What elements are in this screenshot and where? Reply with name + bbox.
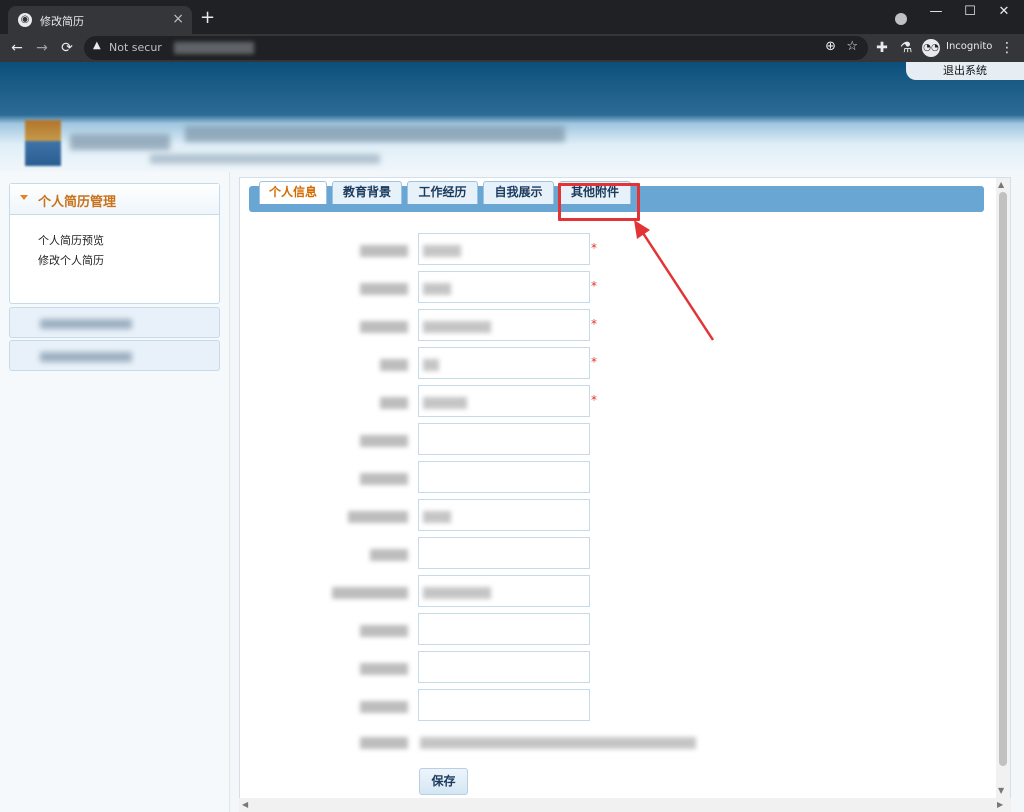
- bookmark-star-icon[interactable]: ☆: [846, 39, 858, 54]
- vertical-scrollbar[interactable]: ▲ ▼: [996, 178, 1010, 798]
- redacted-field-value: [423, 359, 439, 371]
- labs-icon[interactable]: ⚗: [897, 39, 915, 57]
- redacted-section-title: [40, 352, 132, 362]
- form-input[interactable]: [418, 537, 590, 569]
- redacted-section-title: [40, 319, 132, 329]
- close-tab-icon[interactable]: ×: [172, 11, 184, 27]
- address-bar[interactable]: ▲ Not secur ⊕ ☆: [84, 36, 868, 60]
- warning-icon: ▲: [93, 40, 101, 51]
- forward-button[interactable]: →: [33, 39, 51, 57]
- form-input[interactable]: [418, 689, 590, 721]
- redacted-field-label: [360, 283, 408, 295]
- required-mark: *: [591, 279, 597, 293]
- redacted-field-label: [348, 511, 408, 523]
- redacted-field-value: [420, 737, 696, 749]
- redacted-field-value: [423, 397, 467, 409]
- horizontal-scrollbar[interactable]: ◀ ▶: [239, 798, 1011, 812]
- scroll-up-icon[interactable]: ▲: [998, 180, 1004, 189]
- required-mark: *: [591, 317, 597, 331]
- redacted-field-label: [360, 245, 408, 257]
- resume-management-panel: 个人简历管理 个人简历预览 修改个人简历: [9, 183, 220, 304]
- scroll-thumb[interactable]: [999, 192, 1007, 766]
- save-button[interactable]: 保存: [419, 768, 468, 795]
- redacted-field-label: [370, 549, 408, 561]
- scroll-left-icon[interactable]: ◀: [242, 800, 248, 809]
- browser-menu-icon[interactable]: ⋮: [998, 39, 1016, 57]
- sidebar-link-edit[interactable]: 修改个人简历: [38, 252, 104, 268]
- redacted-field-value: [423, 245, 461, 257]
- form-input[interactable]: [418, 575, 590, 607]
- globe-icon: ◉: [18, 13, 32, 27]
- redacted-field-value: [423, 511, 451, 523]
- tab-personal-info[interactable]: 个人信息: [259, 181, 327, 204]
- form-input[interactable]: [418, 423, 590, 455]
- tab-education[interactable]: 教育背景: [332, 181, 402, 204]
- minimize-button[interactable]: —: [926, 4, 946, 19]
- tab-work-experience[interactable]: 工作经历: [407, 181, 478, 204]
- site-header: 退出系统: [0, 62, 1024, 172]
- redacted-field-label: [360, 737, 408, 749]
- redacted-field-label: [380, 359, 408, 371]
- sidebar-section-collapsed[interactable]: [9, 340, 220, 371]
- redacted-field-label: [360, 663, 408, 675]
- form-input[interactable]: [418, 309, 590, 341]
- redacted-url: [174, 42, 254, 54]
- tab-title: 修改简历: [40, 15, 84, 28]
- form-input[interactable]: [418, 651, 590, 683]
- form-input[interactable]: [418, 461, 590, 493]
- back-button[interactable]: ←: [8, 39, 26, 57]
- required-mark: *: [591, 355, 597, 369]
- redacted-field-label: [360, 321, 408, 333]
- redacted-field-label: [360, 473, 408, 485]
- scroll-down-icon[interactable]: ▼: [998, 786, 1004, 795]
- form-input[interactable]: [418, 271, 590, 303]
- site-logo: [25, 120, 61, 166]
- redacted-field-label: [360, 625, 408, 637]
- sidebar-section-collapsed[interactable]: [9, 307, 220, 338]
- incognito-label: Incognito: [946, 41, 993, 52]
- redacted-site-name: [70, 134, 170, 150]
- close-window-button[interactable]: ✕: [994, 4, 1014, 19]
- redacted-field-value: [423, 587, 491, 599]
- extensions-icon[interactable]: ✚: [873, 39, 891, 57]
- maximize-button[interactable]: ☐: [960, 4, 980, 19]
- redacted-field-label: [332, 587, 408, 599]
- redacted-site-title: [185, 126, 565, 142]
- required-mark: *: [591, 393, 597, 407]
- redacted-field-value: [423, 321, 491, 333]
- security-label: Not secur: [109, 41, 162, 54]
- caret-down-icon: [20, 195, 28, 200]
- tab-search-icon[interactable]: [895, 13, 907, 25]
- main-content: 个人信息 教育背景 工作经历 自我展示 其他附件 * * * * * 保存: [239, 177, 1011, 812]
- redacted-field-label: [360, 701, 408, 713]
- annotation-highlight-box: [558, 183, 640, 221]
- redacted-site-subtitle: [150, 154, 380, 164]
- form-input[interactable]: [418, 499, 590, 531]
- scroll-right-icon[interactable]: ▶: [997, 800, 1003, 809]
- browser-toolbar: ← → ⟳ ▲ Not secur ⊕ ☆ ✚ ⚗ ◔◔ Incognito ⋮: [0, 34, 1024, 62]
- reload-button[interactable]: ⟳: [58, 39, 76, 57]
- required-mark: *: [591, 241, 597, 255]
- sidebar-link-preview[interactable]: 个人简历预览: [38, 232, 104, 248]
- zoom-icon[interactable]: ⊕: [825, 39, 836, 54]
- redacted-field-label: [360, 435, 408, 447]
- form-input[interactable]: [418, 613, 590, 645]
- form-input[interactable]: [418, 385, 590, 417]
- redacted-field-value: [423, 283, 451, 295]
- form-input[interactable]: [418, 233, 590, 265]
- tab-self-showcase[interactable]: 自我展示: [483, 181, 554, 204]
- sidebar: 个人简历管理 个人简历预览 修改个人简历: [0, 172, 230, 812]
- panel-title: 个人简历管理: [38, 195, 117, 210]
- incognito-icon[interactable]: ◔◔: [922, 39, 940, 57]
- new-tab-button[interactable]: +: [200, 8, 215, 28]
- panel-header[interactable]: 个人简历管理: [10, 184, 219, 215]
- logout-button[interactable]: 退出系统: [906, 62, 1024, 80]
- form-input[interactable]: [418, 347, 590, 379]
- browser-tabstrip: ◉ 修改简历 × + — ☐ ✕: [0, 0, 1024, 34]
- browser-tab[interactable]: ◉ 修改简历 ×: [8, 6, 192, 34]
- redacted-field-label: [380, 397, 408, 409]
